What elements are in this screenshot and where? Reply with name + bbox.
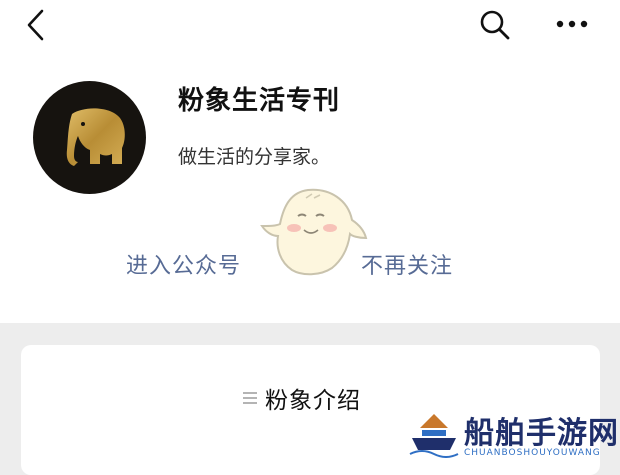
ship-logo-icon [409,414,459,458]
watermark: 船舶手游网 CHUANBOSHOUYOUWANG [408,406,618,465]
chevron-left-icon[interactable] [22,8,52,42]
unfollow-link[interactable]: 不再关注 [361,248,453,280]
elephant-logo-icon [66,107,125,166]
enter-account-link[interactable]: 进入公众号 [126,248,241,280]
account-header-panel: 粉象生活专刊 做生活的分享家。 进入公众号 不再关注 [0,0,620,323]
mascot-sticker-icon [260,188,368,276]
account-description: 做生活的分享家。 [178,146,331,168]
watermark-subtext: CHUANBOSHOUYOUWANG [464,448,601,458]
more-horizontal-icon[interactable] [554,12,590,36]
avatar[interactable] [33,81,146,194]
watermark-text: 船舶手游网 [464,416,619,451]
search-icon[interactable] [478,8,512,42]
menu-lines-icon [243,392,257,404]
account-name: 粉象生活专刊 [178,86,341,116]
intro-label: 粉象介绍 [265,388,361,414]
intro-row[interactable]: 粉象介绍 [243,381,361,415]
